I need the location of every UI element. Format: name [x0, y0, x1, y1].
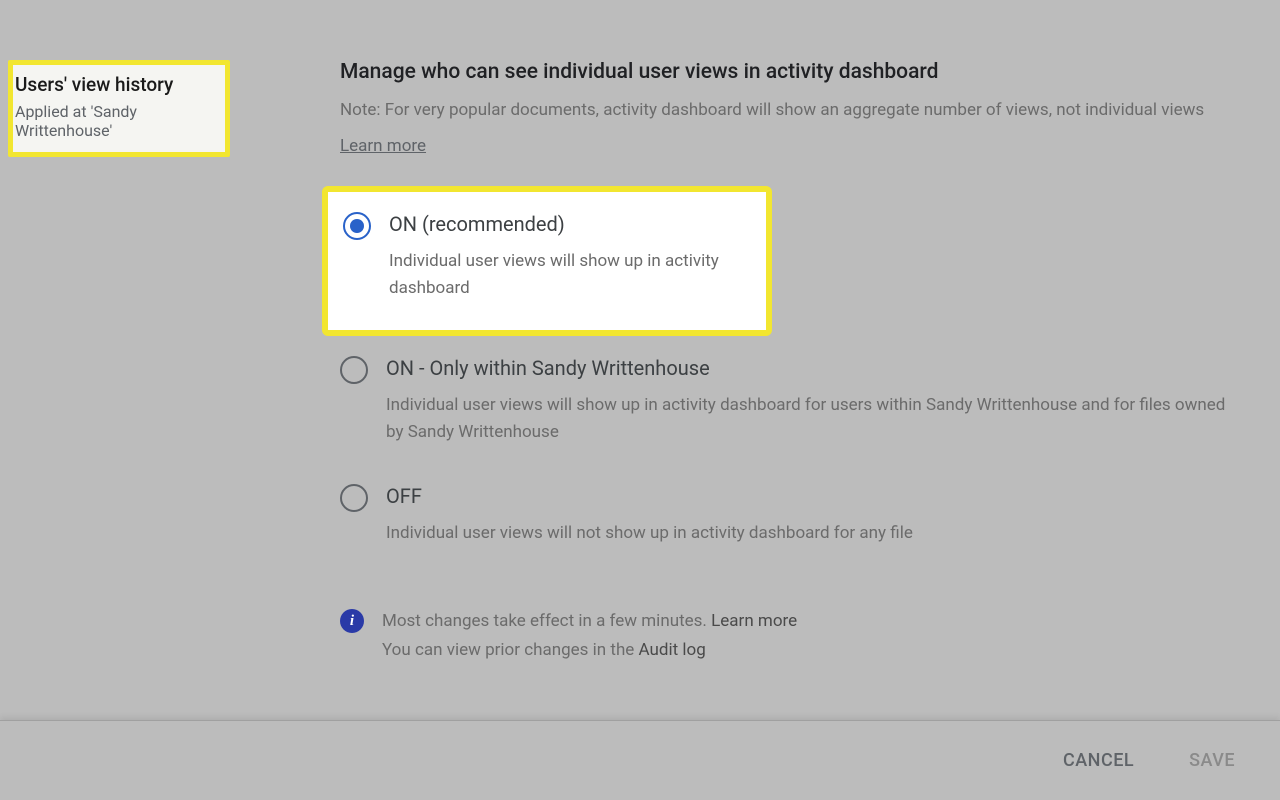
option-desc: Individual user views will show up in ac… [386, 392, 1230, 446]
cancel-button[interactable]: CANCEL [1063, 750, 1134, 771]
radio-off[interactable] [340, 484, 368, 512]
sidebar-subtitle: Applied at 'Sandy Writtenhouse' [15, 102, 215, 140]
learn-more-link[interactable]: Learn more [340, 136, 426, 156]
radio-on-only-within[interactable] [340, 356, 368, 384]
sidebar-title: Users' view history [15, 73, 215, 96]
main-content: Manage who can see individual user views… [230, 60, 1280, 665]
option-on-recommended[interactable]: ON (recommended) Individual user views w… [343, 212, 751, 302]
main-heading: Manage who can see individual user views… [340, 60, 1230, 84]
option-content: ON - Only within Sandy Writtenhouse Indi… [386, 356, 1230, 446]
option-off[interactable]: OFF Individual user views will not show … [340, 484, 1230, 547]
option-highlight-box: ON (recommended) Individual user views w… [322, 186, 772, 336]
option-label: OFF [386, 484, 1230, 508]
option-on-only-within[interactable]: ON - Only within Sandy Writtenhouse Indi… [340, 356, 1230, 446]
option-label: ON (recommended) [389, 212, 751, 236]
info-audit-log-link[interactable]: Audit log [639, 640, 706, 660]
option-content: ON (recommended) Individual user views w… [389, 212, 751, 302]
info-learn-more-link[interactable]: Learn more [711, 611, 797, 631]
info-row: i Most changes take effect in a few minu… [340, 607, 1230, 665]
options-group: ON (recommended) Individual user views w… [340, 186, 1230, 548]
option-label: ON - Only within Sandy Writtenhouse [386, 356, 1230, 380]
option-content: OFF Individual user views will not show … [386, 484, 1230, 547]
main-note: Note: For very popular documents, activi… [340, 98, 1230, 124]
sidebar-highlight-box: Users' view history Applied at 'Sandy Wr… [8, 60, 230, 157]
radio-on-recommended[interactable] [343, 212, 371, 240]
info-line1-pre: Most changes take effect in a few minute… [382, 611, 711, 631]
info-icon: i [340, 609, 364, 633]
footer: CANCEL SAVE [0, 720, 1280, 800]
option-desc: Individual user views will not show up i… [386, 520, 1230, 547]
info-line2-pre: You can view prior changes in the [382, 640, 639, 660]
save-button[interactable]: SAVE [1189, 750, 1235, 771]
sidebar: Users' view history Applied at 'Sandy Wr… [0, 60, 230, 665]
info-text: Most changes take effect in a few minute… [382, 607, 797, 665]
option-desc: Individual user views will show up in ac… [389, 248, 751, 302]
